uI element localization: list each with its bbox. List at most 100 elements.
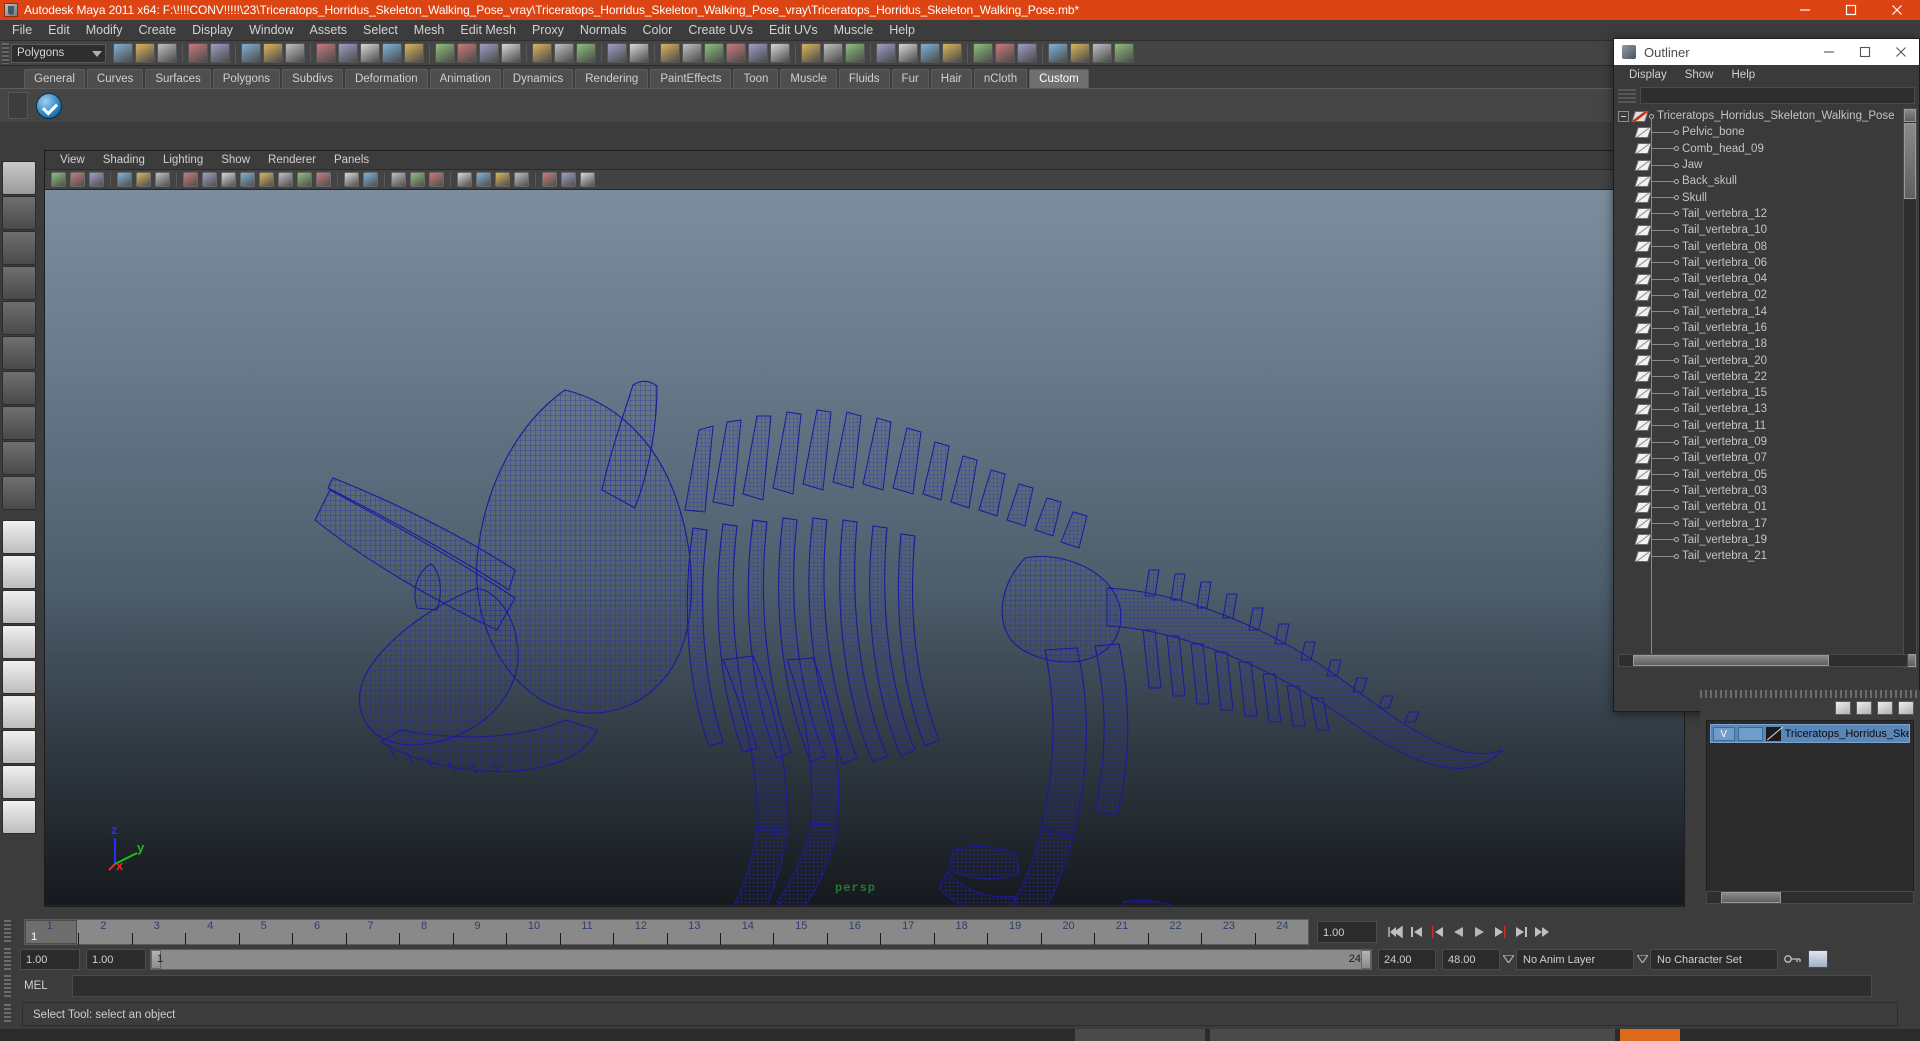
mesh-tool-d-icon[interactable] <box>726 43 746 63</box>
shader-icon[interactable] <box>920 43 940 63</box>
mel-command-input[interactable] <box>72 975 1872 997</box>
mesh-tool-b-icon[interactable] <box>682 43 702 63</box>
selection-mode-dropdown[interactable]: Polygons <box>11 43 106 63</box>
texture-icon[interactable] <box>942 43 962 63</box>
anim-end-field[interactable]: 48.00 <box>1442 948 1500 970</box>
outliner-item-row[interactable]: Tail_vertebra_14 <box>1614 304 1919 320</box>
outliner-item-row[interactable]: Skull <box>1614 189 1919 205</box>
menu-assets[interactable]: Assets <box>302 21 356 39</box>
close-button[interactable] <box>1874 0 1920 20</box>
outliner-item-row[interactable]: Tail_vertebra_09 <box>1614 434 1919 450</box>
menu-display[interactable]: Display <box>184 21 241 39</box>
play-forwards-button[interactable] <box>1469 921 1490 943</box>
smooth-mesh-preview-icon[interactable] <box>580 172 595 187</box>
go-to-start-button[interactable] <box>1385 921 1406 943</box>
range-start-field[interactable]: 1.00 <box>20 948 80 970</box>
outliner-item-row[interactable]: Tail_vertebra_20 <box>1614 352 1919 368</box>
outliner-item-row[interactable]: Tail_vertebra_02 <box>1614 287 1919 303</box>
outliner-item-row[interactable]: Tail_vertebra_13 <box>1614 401 1919 417</box>
last-tool-used-icon[interactable] <box>2 476 36 510</box>
outliner-item-row[interactable]: Tail_vertebra_19 <box>1614 532 1919 548</box>
outliner-persp-layout-icon[interactable] <box>2 660 36 694</box>
toggle-attribute-editor-icon[interactable] <box>532 43 552 63</box>
show-manipulator-tool-icon[interactable] <box>2 441 36 475</box>
shelf-tab-subdivs[interactable]: Subdivs <box>282 69 343 88</box>
shelf-tab-painteffects[interactable]: PaintEffects <box>650 69 732 88</box>
outliner-item-row[interactable]: Tail_vertebra_16 <box>1614 320 1919 336</box>
viewport-menu-panels[interactable]: Panels <box>325 154 378 166</box>
menu-color[interactable]: Color <box>634 21 680 39</box>
light-toggle-b-icon[interactable] <box>410 172 425 187</box>
auto-keyframe-icon[interactable] <box>1782 949 1804 970</box>
shelf-tab-ncloth[interactable]: nCloth <box>973 69 1028 88</box>
viewport-menu-show[interactable]: Show <box>212 154 259 166</box>
menu-edit-uvs[interactable]: Edit UVs <box>761 21 826 39</box>
single-perspective-layout-icon[interactable] <box>2 520 36 554</box>
two-sided-lighting-icon[interactable] <box>155 172 170 187</box>
shelf-tab-surfaces[interactable]: Surfaces <box>145 69 211 88</box>
snap-view-plane-icon[interactable] <box>382 43 402 63</box>
outliner-horizontal-scrollbar[interactable] <box>1618 654 1908 667</box>
check-circle-icon[interactable] <box>36 92 62 119</box>
menu-file[interactable]: File <box>4 21 40 39</box>
go-to-end-button[interactable] <box>1532 921 1553 943</box>
xray-joints-icon[interactable] <box>363 172 378 187</box>
save-scene-icon[interactable] <box>157 43 177 63</box>
layer-row[interactable]: V Triceratops_Horridus_Ske <box>1710 724 1910 743</box>
outliner-maximize-button[interactable] <box>1847 39 1883 65</box>
smooth-shade-all-icon[interactable] <box>202 172 217 187</box>
taskbar-item-2[interactable] <box>1210 1029 1615 1041</box>
outliner-item-row[interactable]: Tail_vertebra_06 <box>1614 255 1919 271</box>
select-tool-icon[interactable] <box>2 161 36 195</box>
image-plane-icon[interactable] <box>136 172 151 187</box>
collapse-toggle-icon[interactable] <box>1618 110 1629 122</box>
wireframe-shading-icon[interactable] <box>183 172 198 187</box>
camera-attributes-icon[interactable] <box>89 172 104 187</box>
new-layer-icon[interactable] <box>1835 701 1851 715</box>
shelf-tab-rendering[interactable]: Rendering <box>575 69 649 88</box>
outliner-item-row[interactable]: Tail_vertebra_04 <box>1614 271 1919 287</box>
viewport-menu-view[interactable]: View <box>51 154 94 166</box>
menu-create[interactable]: Create <box>131 21 185 39</box>
layout-four-icon[interactable] <box>1017 43 1037 63</box>
outliner-item-row[interactable]: Tail_vertebra_05 <box>1614 467 1919 483</box>
light-toggle-c-icon[interactable] <box>429 172 444 187</box>
new-scene-icon[interactable] <box>113 43 133 63</box>
help-line-grip[interactable] <box>4 1004 11 1024</box>
viewport-menu-shading[interactable]: Shading <box>94 154 154 166</box>
uv-tool-b-icon[interactable] <box>823 43 843 63</box>
shelf-tab-dynamics[interactable]: Dynamics <box>502 69 574 88</box>
ipr-render-icon[interactable] <box>479 43 499 63</box>
two-pane-side-layout-icon[interactable] <box>2 590 36 624</box>
use-default-light-icon[interactable] <box>297 172 312 187</box>
bookmark-icon[interactable] <box>117 172 132 187</box>
outliner-scroll-thumb[interactable] <box>1904 123 1916 199</box>
outliner-minimize-button[interactable] <box>1811 39 1847 65</box>
extra-a-icon[interactable] <box>1092 43 1112 63</box>
playback-end-field[interactable]: 24.00 <box>1378 948 1436 970</box>
four-view-layout-icon[interactable] <box>2 555 36 589</box>
uv-tool-c-icon[interactable] <box>845 43 865 63</box>
outliner-menu-show[interactable]: Show <box>1676 69 1723 81</box>
select-by-component-icon[interactable] <box>285 43 305 63</box>
play-backwards-button[interactable] <box>1448 921 1469 943</box>
shelf-tab-curves[interactable]: Curves <box>86 69 144 88</box>
taskbar-item-1[interactable] <box>1075 1029 1205 1041</box>
triceratops-skeleton-wireframe[interactable] <box>45 190 1684 905</box>
mesh-tool-c-icon[interactable] <box>704 43 724 63</box>
time-slider-track[interactable]: 1 1 2 3 4 5 6 7 8 9 10 11 12 13 14 15 16 17 18 19 20 21 22 23 2… <box>24 919 1309 945</box>
menu-edit-mesh[interactable]: Edit Mesh <box>452 21 524 39</box>
move-tool-icon[interactable] <box>2 266 36 300</box>
texture-display-icon[interactable] <box>278 172 293 187</box>
outliner-hscroll-thumb[interactable] <box>1633 655 1829 666</box>
snap-point-icon[interactable] <box>360 43 380 63</box>
sidebar-layout-icon[interactable] <box>607 43 627 63</box>
hotbox-icon[interactable] <box>629 43 649 63</box>
open-scene-icon[interactable] <box>135 43 155 63</box>
layout-menu-icon[interactable] <box>2 800 36 834</box>
light-icon[interactable] <box>876 43 896 63</box>
snap-live-icon[interactable] <box>404 43 424 63</box>
persp-graph-outliner-layout-icon[interactable] <box>2 765 36 799</box>
light-toggle-a-icon[interactable] <box>391 172 406 187</box>
two-pane-stacked-layout-icon[interactable] <box>2 625 36 659</box>
